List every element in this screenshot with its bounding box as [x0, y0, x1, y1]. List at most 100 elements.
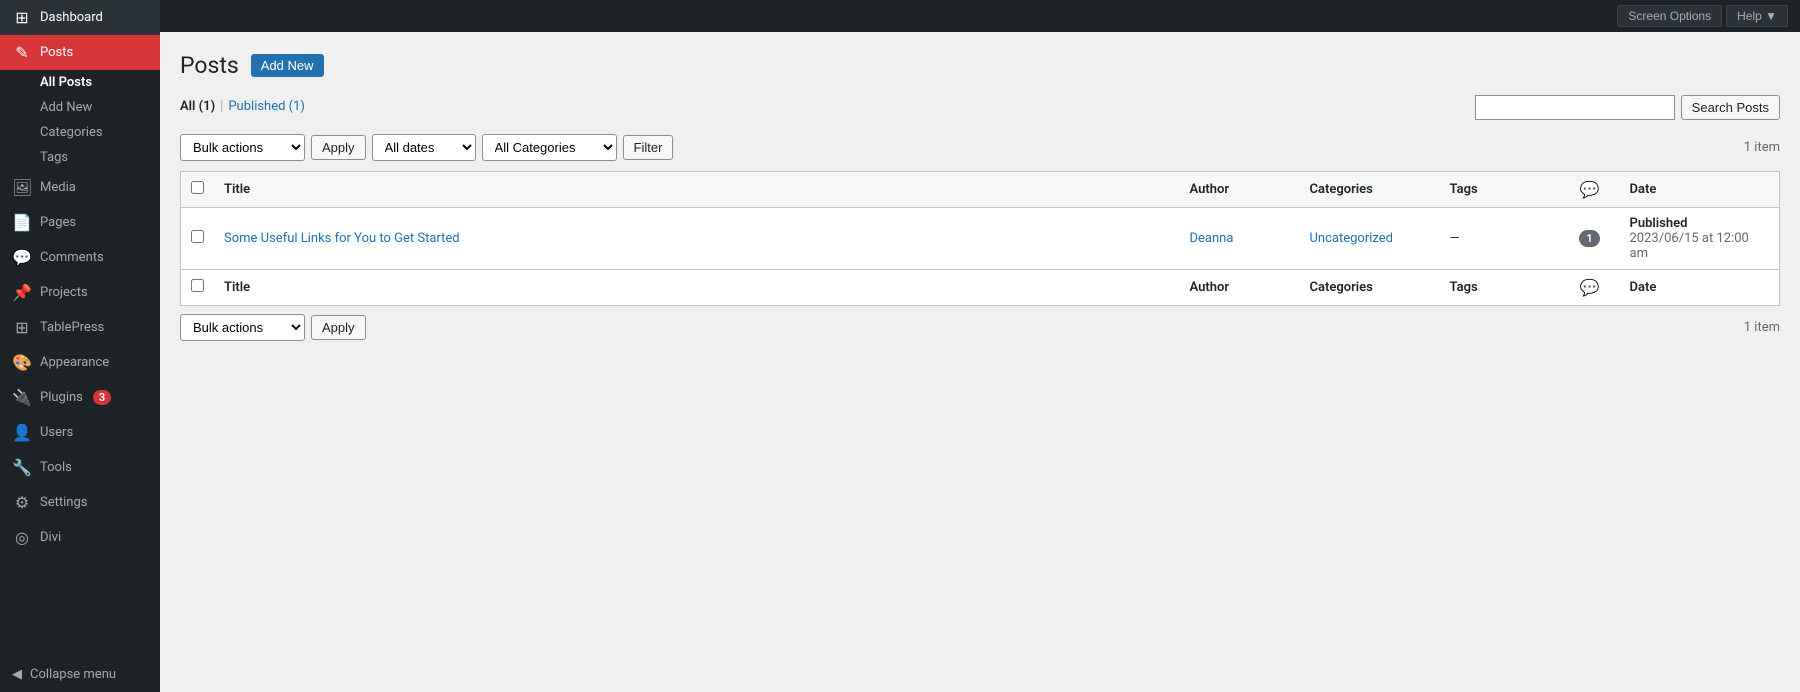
table-header-row: Title Author Categories Tags 💬 Date	[181, 172, 1780, 208]
plugins-icon: 🔌	[12, 388, 32, 407]
sidebar-item-label: Divi	[40, 530, 61, 545]
sidebar-item-label: Posts	[40, 45, 73, 60]
row-comments-cell: 1	[1560, 208, 1620, 270]
appearance-icon: 🎨	[12, 353, 32, 372]
post-category-link[interactable]: Uncategorized	[1310, 231, 1393, 246]
table-footer-row: Title Author Categories Tags 💬 Date	[181, 270, 1780, 306]
footer-categories: Categories	[1300, 270, 1440, 306]
header-comments: 💬	[1560, 172, 1620, 208]
sidebar-item-label: Pages	[40, 215, 76, 230]
search-posts-button[interactable]: Search Posts	[1681, 95, 1780, 120]
sidebar-item-label: Users	[40, 425, 73, 440]
sidebar-item-label: Plugins	[40, 390, 83, 405]
subnav-search-row: All (1) | Published (1) Search Posts	[180, 95, 1780, 130]
header-categories: Categories	[1300, 172, 1440, 208]
footer-select-all-checkbox[interactable]	[191, 279, 204, 292]
sidebar-item-posts[interactable]: ✎ Posts	[0, 35, 160, 70]
top-filters-row: Bulk actions Apply All dates All Categor…	[180, 134, 1780, 161]
post-title-link[interactable]: Some Useful Links for You to Get Started	[224, 231, 460, 246]
sidebar-item-label: Dashboard	[40, 10, 103, 25]
sidebar-item-pages[interactable]: 📄 Pages	[0, 205, 160, 240]
users-icon: 👤	[12, 423, 32, 442]
header-checkbox-cell	[181, 172, 215, 208]
comments-icon: 💬	[12, 248, 32, 267]
all-categories-select[interactable]: All Categories	[482, 134, 617, 161]
apply-bottom-button[interactable]: Apply	[311, 315, 366, 340]
sidebar-item-divi[interactable]: ◎ Divi	[0, 520, 160, 555]
bottom-filters-row: Bulk actions Apply 1 item	[180, 306, 1780, 341]
select-all-checkbox[interactable]	[191, 181, 204, 194]
post-author-link[interactable]: Deanna	[1190, 231, 1234, 246]
sidebar-item-label: Settings	[40, 495, 87, 510]
all-dates-select[interactable]: All dates	[372, 134, 476, 161]
filter-button[interactable]: Filter	[623, 135, 674, 160]
search-input[interactable]	[1475, 95, 1675, 120]
footer-author: Author	[1180, 270, 1300, 306]
sidebar-item-settings[interactable]: ⚙ Settings	[0, 485, 160, 520]
subnav-sep: |	[220, 99, 223, 114]
row-author-cell: Deanna	[1180, 208, 1300, 270]
add-new-button[interactable]: Add New	[251, 54, 324, 77]
sidebar-item-label: Projects	[40, 285, 88, 300]
bulk-actions-bottom-select[interactable]: Bulk actions	[180, 314, 305, 341]
post-date-value: 2023/06/15 at 12:00 am	[1630, 231, 1749, 261]
help-button[interactable]: Help ▼	[1726, 5, 1788, 27]
sidebar-item-tools[interactable]: 🔧 Tools	[0, 450, 160, 485]
topbar: Screen Options Help ▼	[160, 0, 1800, 32]
sidebar-item-tablepress[interactable]: ⊞ TablePress	[0, 310, 160, 345]
table-row: Some Useful Links for You to Get Started…	[181, 208, 1780, 270]
sidebar-item-label: Tools	[40, 460, 72, 475]
sidebar-item-users[interactable]: 👤 Users	[0, 415, 160, 450]
screen-options-button[interactable]: Screen Options	[1617, 5, 1722, 27]
comment-count-badge[interactable]: 1	[1579, 230, 1599, 247]
media-icon: 🖼	[12, 178, 32, 197]
subnav-published[interactable]: Published (1)	[228, 99, 305, 114]
footer-checkbox-cell	[181, 270, 215, 306]
sidebar-item-dashboard[interactable]: ⊞ Dashboard	[0, 0, 160, 35]
search-area: Search Posts	[1475, 95, 1780, 120]
dashboard-icon: ⊞	[12, 8, 32, 27]
collapse-icon: ◀	[12, 667, 22, 682]
page-title: Posts	[180, 52, 239, 79]
main-area: Screen Options Help ▼ Posts Add New All …	[160, 0, 1800, 692]
post-date-status: Published	[1630, 216, 1688, 231]
content-area: Posts Add New All (1) | Published (1) Se…	[160, 32, 1800, 692]
sidebar-submenu-add-new[interactable]: Add New	[0, 95, 160, 120]
posts-icon: ✎	[12, 43, 32, 62]
sidebar: ⊞ Dashboard ✎ Posts All Posts Add New Ca…	[0, 0, 160, 692]
divi-icon: ◎	[12, 528, 32, 547]
collapse-menu[interactable]: ◀ Collapse menu	[0, 657, 160, 692]
page-header: Posts Add New	[180, 52, 1780, 79]
sidebar-item-media[interactable]: 🖼 Media	[0, 170, 160, 205]
bottom-item-count: 1 item	[1744, 320, 1780, 335]
tablepress-icon: ⊞	[12, 318, 32, 337]
plugins-badge: 3	[93, 390, 111, 405]
pages-icon: 📄	[12, 213, 32, 232]
row-title-cell: Some Useful Links for You to Get Started	[214, 208, 1180, 270]
bulk-actions-top-select[interactable]: Bulk actions	[180, 134, 305, 161]
footer-date: Date	[1620, 270, 1780, 306]
apply-top-button[interactable]: Apply	[311, 135, 366, 160]
header-date: Date	[1620, 172, 1780, 208]
sidebar-submenu-all-posts[interactable]: All Posts	[0, 70, 160, 95]
sidebar-submenu-tags[interactable]: Tags	[0, 145, 160, 170]
subnav-all[interactable]: All (1)	[180, 99, 215, 114]
projects-icon: 📌	[12, 283, 32, 302]
sidebar-item-plugins[interactable]: 🔌 Plugins 3	[0, 380, 160, 415]
sidebar-item-comments[interactable]: 💬 Comments	[0, 240, 160, 275]
top-item-count: 1 item	[1744, 140, 1780, 155]
header-title[interactable]: Title	[214, 172, 1180, 208]
tools-icon: 🔧	[12, 458, 32, 477]
footer-comments: 💬	[1560, 270, 1620, 306]
row-tags-cell: —	[1440, 208, 1560, 270]
sidebar-item-projects[interactable]: 📌 Projects	[0, 275, 160, 310]
settings-icon: ⚙	[12, 493, 32, 512]
sidebar-item-appearance[interactable]: 🎨 Appearance	[0, 345, 160, 380]
row-checkbox[interactable]	[191, 230, 204, 243]
sidebar-submenu-categories[interactable]: Categories	[0, 120, 160, 145]
footer-title[interactable]: Title	[214, 270, 1180, 306]
posts-submenu: All Posts Add New Categories Tags	[0, 70, 160, 170]
sidebar-item-label: TablePress	[40, 320, 104, 335]
sidebar-item-label: Media	[40, 180, 76, 195]
header-author: Author	[1180, 172, 1300, 208]
